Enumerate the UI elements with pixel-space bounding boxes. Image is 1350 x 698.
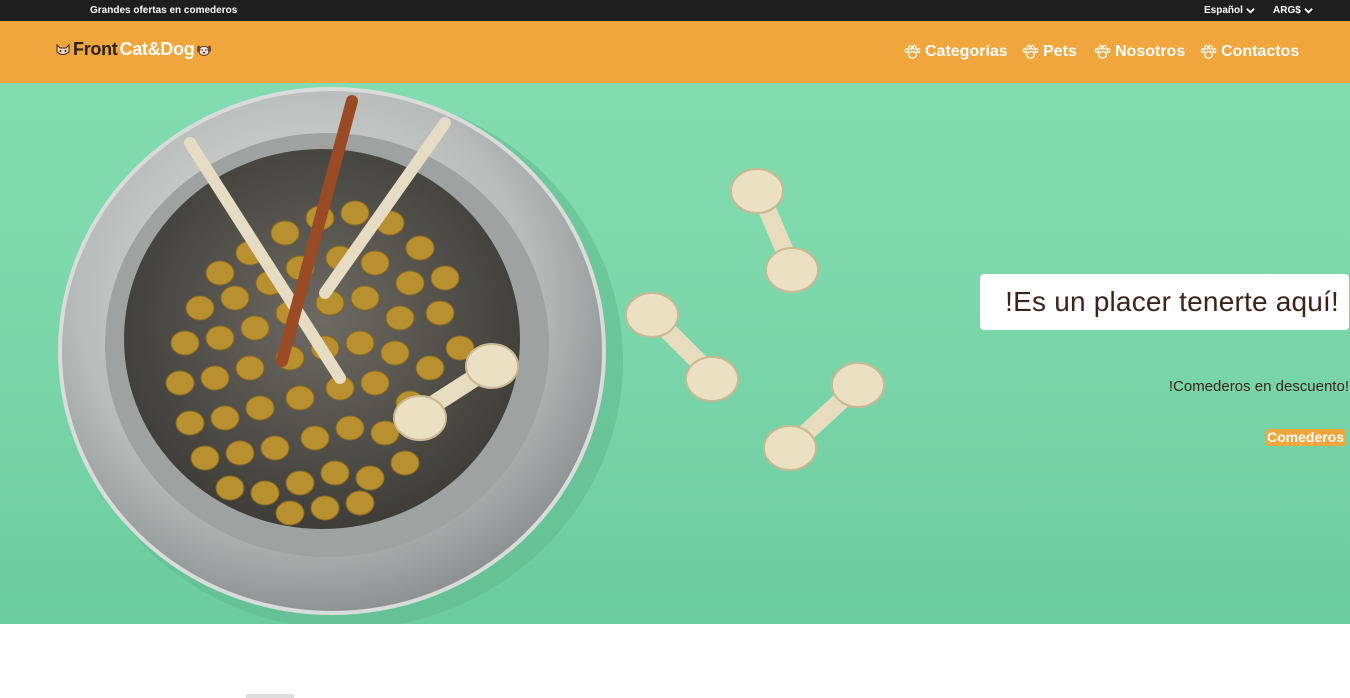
promo-text: Grandes ofertas en comederos xyxy=(90,5,238,16)
hero-headline-text: !Es un placer tenerte aquí! xyxy=(1005,286,1339,317)
nav-label: Nosotros xyxy=(1115,43,1186,60)
chevron-down-icon xyxy=(1246,8,1255,14)
rawhide-bones xyxy=(625,168,885,471)
dog-face-icon xyxy=(197,45,212,56)
currency-label: ARG$ xyxy=(1273,5,1301,16)
language-label: Español xyxy=(1204,5,1243,16)
paw-icon xyxy=(1022,44,1039,59)
main-navbar: Front Cat&Dog Categorías Pets Nosotros C… xyxy=(0,21,1350,83)
hero-image xyxy=(58,87,885,624)
brand-logo[interactable]: Front Cat&Dog xyxy=(55,39,212,60)
comederos-button[interactable]: Comederos xyxy=(1266,429,1347,446)
brand-word-catdog: Cat&Dog xyxy=(119,39,195,59)
language-selector[interactable]: Español xyxy=(1204,5,1255,16)
announcement-bar: Grandes ofertas en comederos Español ARG… xyxy=(0,0,1350,21)
nav-item-contactos[interactable]: Contactos xyxy=(1200,43,1299,61)
hero-headline: !Es un placer tenerte aquí! xyxy=(980,274,1349,330)
content-area xyxy=(0,624,1350,698)
hero-subline: !Comederos en descuento! xyxy=(1168,378,1349,395)
nav-label: Contactos xyxy=(1221,43,1300,60)
paw-icon xyxy=(1094,44,1111,59)
cat-face-icon xyxy=(56,43,70,55)
nav-item-categorias[interactable]: Categorías xyxy=(904,43,1008,61)
brand-word-front: Front xyxy=(73,39,118,59)
hero-banner: !Es un placer tenerte aquí! !Comederos e… xyxy=(0,83,1350,624)
nav-label: Pets xyxy=(1043,43,1077,60)
nav-label: Categorías xyxy=(925,43,1008,60)
nav-item-pets[interactable]: Pets xyxy=(1022,43,1077,61)
paw-icon xyxy=(904,44,921,59)
paw-icon xyxy=(1200,44,1217,59)
nav-item-nosotros[interactable]: Nosotros xyxy=(1094,43,1185,61)
chevron-down-icon xyxy=(1304,8,1313,14)
horizontal-scrollbar[interactable] xyxy=(246,694,294,698)
currency-selector[interactable]: ARG$ xyxy=(1273,5,1313,16)
